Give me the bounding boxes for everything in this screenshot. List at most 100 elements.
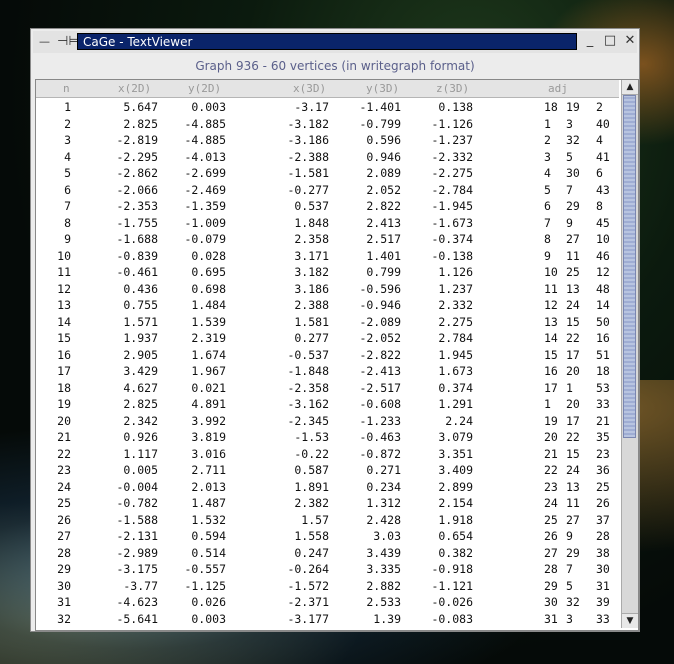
table-body[interactable]: 1 5.647 0.003 -3.17 -1.401 0.138 18 19 2 2 2.825 -4… bbox=[36, 99, 619, 628]
table-row[interactable]: 4 -2.295 -4.013 -2.388 0.946 -2.332 3 5 41 bbox=[36, 149, 619, 166]
table-row[interactable]: 2 2.825 -4.885 -3.182 -0.799 -1.126 1 3 40 bbox=[36, 116, 619, 133]
table-cell-y2d: -4.885 bbox=[184, 133, 226, 147]
table-row[interactable]: 12 0.436 0.698 3.186 -0.596 1.237 11 13 48 bbox=[36, 281, 619, 298]
table-cell-y2d: 0.026 bbox=[191, 595, 226, 609]
table-row[interactable]: 18 4.627 0.021 -2.358 -2.517 0.374 17 1 53 bbox=[36, 380, 619, 397]
table-cell-x2d: 0.755 bbox=[123, 298, 158, 312]
table-cell-n: 20 bbox=[57, 413, 71, 428]
column-header-y3d[interactable]: y(3D) bbox=[366, 82, 399, 95]
table-cell-y3d: 0.271 bbox=[366, 463, 401, 477]
table-row[interactable]: 16 2.905 1.674 -0.537 -2.822 1.945 15 17 51 bbox=[36, 347, 619, 364]
table-cell-n: 17 bbox=[57, 364, 71, 378]
table-row[interactable]: 9 -1.688 -0.079 2.358 2.517 -0.374 8 27 10 bbox=[36, 231, 619, 248]
table-row[interactable]: 7 -2.353 -1.359 0.537 2.822 -1.945 6 29 8 bbox=[36, 198, 619, 215]
table-row[interactable]: 10 -0.839 0.028 3.171 1.401 -0.138 9 11 46 bbox=[36, 248, 619, 265]
adj-value: 30 bbox=[596, 562, 610, 576]
table-row[interactable]: 5 -2.862 -2.699 -1.581 2.089 -2.275 4 30 6 bbox=[36, 165, 619, 182]
table-cell-x3d: -0.22 bbox=[294, 446, 329, 461]
table-row[interactable]: 14 1.571 1.539 1.581 -2.089 2.275 13 15 50 bbox=[36, 314, 619, 331]
scroll-down-arrow-icon[interactable]: ▼ bbox=[622, 613, 638, 628]
scroll-up-arrow-icon[interactable]: ▲ bbox=[622, 80, 638, 95]
adj-value: 9 bbox=[544, 248, 551, 263]
maximize-button[interactable]: □ bbox=[603, 34, 617, 48]
table-row[interactable]: 25 -0.782 1.487 2.382 1.312 2.154 24 11 26 bbox=[36, 495, 619, 512]
column-header-z3d[interactable]: z(3D) bbox=[436, 82, 469, 95]
table-row[interactable]: 28 -2.989 0.514 0.247 3.439 0.382 27 29 38 bbox=[36, 545, 619, 562]
column-header-x2d[interactable]: x(2D) bbox=[118, 82, 151, 95]
vertical-scrollbar[interactable]: ▲ ▼ bbox=[621, 80, 638, 628]
adj-value: 1 bbox=[566, 380, 573, 395]
table-row[interactable]: 24 -0.004 2.013 1.891 0.234 2.899 23 13 25 bbox=[36, 479, 619, 496]
minimize-button[interactable]: _ bbox=[583, 34, 597, 48]
adj-value: 25 bbox=[566, 265, 580, 279]
table-row[interactable]: 15 1.937 2.319 0.277 -2.052 2.784 14 22 16 bbox=[36, 330, 619, 347]
table-cell-x2d: 2.905 bbox=[123, 347, 158, 362]
table-cell-z3d: -1.126 bbox=[431, 116, 473, 131]
close-button[interactable]: ✕ bbox=[623, 34, 637, 48]
table-cell-x3d: 0.587 bbox=[294, 463, 329, 477]
adj-value: 53 bbox=[596, 380, 610, 395]
adj-value: 5 bbox=[566, 578, 573, 593]
table-cell-x2d: -2.862 bbox=[116, 166, 158, 180]
title-bar[interactable]: — ⊣⊨ CaGe - TextViewer _ □ ✕ bbox=[33, 31, 637, 53]
table-cell-y3d: -0.872 bbox=[359, 446, 401, 461]
table-cell-x3d: 0.537 bbox=[294, 199, 329, 213]
table-cell-z3d: 2.332 bbox=[438, 298, 473, 312]
column-header-x3d[interactable]: x(3D) bbox=[293, 82, 326, 95]
table-row[interactable]: 32 -5.641 0.003 -3.177 1.39 -0.083 31 3 33 bbox=[36, 611, 619, 628]
table-cell-x3d: -0.537 bbox=[287, 347, 329, 362]
table-row[interactable]: 13 0.755 1.484 2.388 -0.946 2.332 12 24 14 bbox=[36, 297, 619, 314]
table-cell-x2d: 3.429 bbox=[123, 364, 158, 378]
table-row[interactable]: 11 -0.461 0.695 3.182 0.799 1.126 10 25 12 bbox=[36, 264, 619, 281]
table-row[interactable]: 19 2.825 4.891 -3.162 -0.608 1.291 1 20 33 bbox=[36, 396, 619, 413]
adj-value: 7 bbox=[566, 182, 573, 197]
table-cell-y2d: 1.484 bbox=[191, 298, 226, 312]
table-row[interactable]: 17 3.429 1.967 -1.848 -2.413 1.673 16 20 18 bbox=[36, 363, 619, 380]
table-cell-x2d: -2.819 bbox=[116, 133, 158, 147]
table-cell-z3d: -1.673 bbox=[431, 215, 473, 230]
table-row[interactable]: 21 0.926 3.819 -1.53 -0.463 3.079 20 22 35 bbox=[36, 429, 619, 446]
column-header-n[interactable]: n bbox=[63, 82, 70, 95]
table-cell-x3d: 1.57 bbox=[301, 512, 329, 527]
window-menu-icon[interactable]: — bbox=[39, 36, 51, 48]
table-row[interactable]: 30 -3.77 -1.125 -1.572 2.882 -1.121 29 5 31 bbox=[36, 578, 619, 595]
table-cell-x3d: 1.848 bbox=[294, 215, 329, 230]
table-cell-y3d: -2.822 bbox=[359, 347, 401, 362]
table-row[interactable]: 29 -3.175 -0.557 -0.264 3.335 -0.918 28 7 30 bbox=[36, 561, 619, 578]
table-row[interactable]: 27 -2.131 0.594 1.558 3.03 0.654 26 9 28 bbox=[36, 528, 619, 545]
table-cell-y2d: 0.003 bbox=[191, 100, 226, 114]
adj-value: 51 bbox=[596, 347, 610, 362]
table-row[interactable]: 1 5.647 0.003 -3.17 -1.401 0.138 18 19 2 bbox=[36, 99, 619, 116]
adj-value: 5 bbox=[566, 149, 573, 164]
table-row[interactable]: 6 -2.066 -2.469 -0.277 2.052 -2.784 5 7 43 bbox=[36, 182, 619, 199]
table-cell-x3d: -0.277 bbox=[287, 182, 329, 197]
table-row[interactable]: 22 1.117 3.016 -0.22 -0.872 3.351 21 15 23 bbox=[36, 446, 619, 463]
table-cell-x2d: -2.989 bbox=[116, 545, 158, 560]
table-row[interactable]: 8 -1.755 -1.009 1.848 2.413 -1.673 7 9 45 bbox=[36, 215, 619, 232]
table-row[interactable]: 20 2.342 3.992 -2.345 -1.233 2.24 19 17 21 bbox=[36, 413, 619, 430]
table-cell-y2d: 0.594 bbox=[191, 529, 226, 543]
table-cell-z3d: 1.945 bbox=[438, 347, 473, 362]
table-cell-n: 3 bbox=[64, 133, 71, 147]
scrollbar-thumb[interactable] bbox=[623, 95, 636, 438]
table-row[interactable]: 3 -2.819 -4.885 -3.186 0.596 -1.237 2 32 4 bbox=[36, 132, 619, 149]
adj-value: 48 bbox=[596, 281, 610, 296]
column-header-y2d[interactable]: y(2D) bbox=[188, 82, 221, 95]
adj-value: 13 bbox=[566, 479, 580, 494]
table-cell-n: 28 bbox=[57, 545, 71, 560]
adj-value: 28 bbox=[544, 562, 558, 576]
table-row[interactable]: 26 -1.588 1.532 1.57 2.428 1.918 25 27 37 bbox=[36, 512, 619, 529]
adj-value: 11 bbox=[544, 281, 558, 296]
table-row[interactable]: 33-2.8194.891-3.1650.7881.181321934 bbox=[36, 627, 619, 628]
table-cell-n: 23 bbox=[57, 463, 71, 477]
adj-value: 15 bbox=[566, 314, 580, 329]
table-cell-y3d: 2.052 bbox=[366, 182, 401, 197]
adj-value: 32 bbox=[566, 595, 580, 609]
table-cell-z3d: 1.673 bbox=[438, 364, 473, 378]
table-row[interactable]: 23 0.005 2.711 0.587 0.271 3.409 22 24 36 bbox=[36, 462, 619, 479]
adj-value: 14 bbox=[596, 298, 610, 312]
table-row[interactable]: 31 -4.623 0.026 -2.371 2.533 -0.026 30 32 39 bbox=[36, 594, 619, 611]
column-header-adj[interactable]: adj bbox=[548, 82, 568, 95]
table-cell-x3d: -1.572 bbox=[287, 578, 329, 593]
adj-value: 14 bbox=[544, 331, 558, 345]
